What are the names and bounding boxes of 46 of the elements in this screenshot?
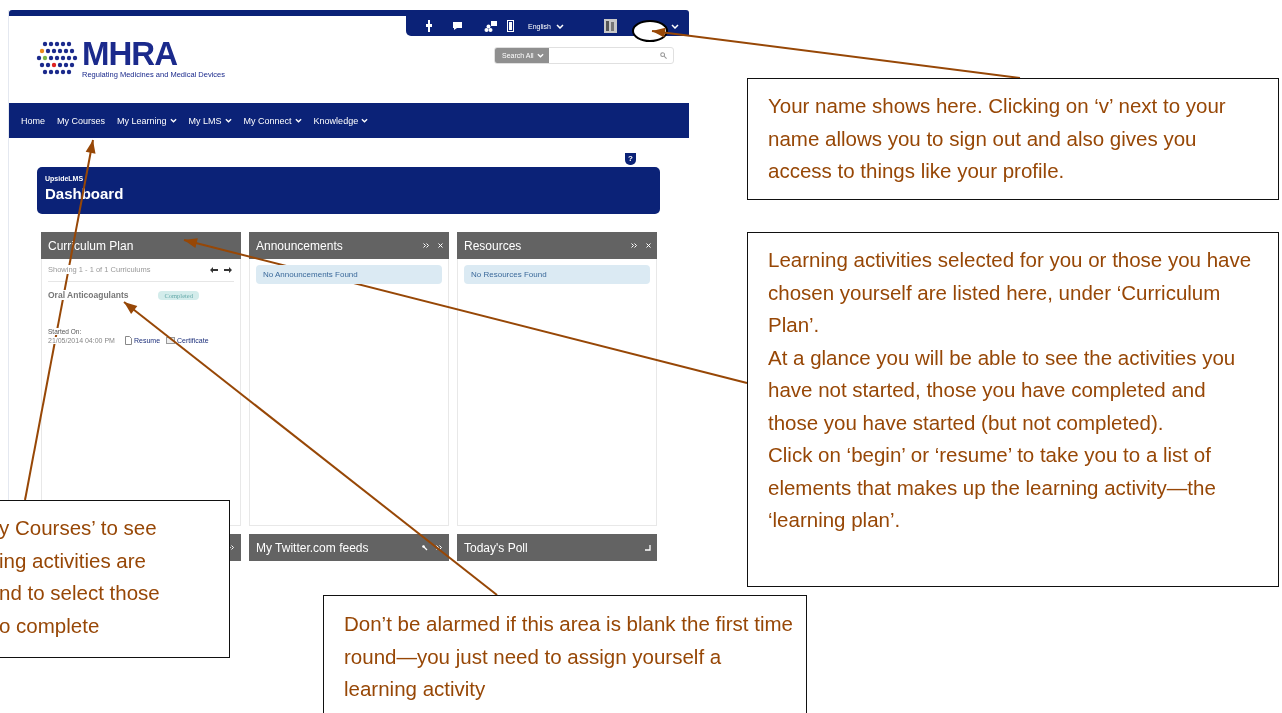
arrow-right-icon[interactable] — [224, 266, 232, 273]
chat-icon[interactable] — [452, 21, 464, 31]
arrow-left-icon[interactable] — [210, 266, 218, 273]
chevron-down-icon — [224, 118, 232, 123]
callout-text: nd to select those — [0, 580, 161, 606]
document-icon — [124, 336, 132, 345]
chevron-down-icon — [169, 118, 177, 123]
course-title[interactable]: Oral Anticoagulants — [48, 290, 129, 300]
panel-title: Today's Poll — [464, 540, 529, 555]
empty-message: No Resources Found — [464, 265, 650, 284]
nav-item[interactable]: Knowledge — [313, 115, 369, 126]
resize-icon[interactable] — [645, 544, 651, 551]
chevron-down-icon — [555, 23, 564, 29]
search-icon[interactable] — [660, 52, 667, 59]
close-icon[interactable] — [646, 243, 651, 248]
chevron-down-icon[interactable] — [671, 23, 679, 29]
double-chevron-icon[interactable] — [423, 243, 430, 248]
callout-text: ing activities are — [0, 547, 147, 574]
door-icon[interactable] — [507, 20, 514, 32]
chevron-down-icon — [361, 118, 369, 123]
callout-text: Learning activities selected for you or those you have chosen yourself are listed here, under ‘Curriculum Plan’. — [768, 247, 1253, 338]
callout-text: o complete — [0, 612, 101, 639]
people-icon[interactable] — [484, 20, 497, 32]
panel-title: My Twitter.com feeds — [256, 540, 370, 555]
empty-message: No Announcements Found — [256, 265, 442, 284]
callout-text: At a glance you will be able to see the activities you have not started, those you have completed and those you have started (but not completed). — [768, 344, 1237, 436]
certificate-icon — [166, 337, 176, 344]
double-chevron-icon[interactable] — [631, 243, 638, 248]
logo-wordmark: MHRA — [82, 38, 178, 70]
callout-text: Your name shows here. Clicking on ‘v’ next to your name allows you to sign out and also gives you access to things like your profile. — [768, 93, 1227, 184]
chevron-down-icon — [294, 118, 302, 123]
panel-title: Resources — [464, 238, 523, 253]
callout-text: Don’t be alarmed if this area is blank the first time round—you just need to assign yourself a learning activity — [344, 611, 794, 702]
nav-item[interactable]: Home — [21, 115, 45, 126]
help-button[interactable]: ? — [625, 153, 636, 165]
nav-item[interactable]: My LMS — [188, 115, 232, 126]
chevron-down-icon — [536, 53, 544, 58]
callout-text: Click on ‘begin’ or ‘resume’ to take you to a list of elements that makes up the learning activity—the ‘learning plan’. — [768, 442, 1217, 533]
wrench-icon[interactable] — [422, 544, 428, 551]
nav-item[interactable]: My Learning — [117, 115, 177, 126]
avatar-icon[interactable] — [604, 19, 617, 33]
nav-item[interactable]: My Connect — [243, 115, 302, 126]
nav-item[interactable]: My Courses — [57, 115, 106, 126]
close-icon[interactable] — [438, 243, 443, 248]
panel-title: Announcements — [256, 238, 344, 253]
double-chevron-icon[interactable] — [436, 545, 443, 550]
